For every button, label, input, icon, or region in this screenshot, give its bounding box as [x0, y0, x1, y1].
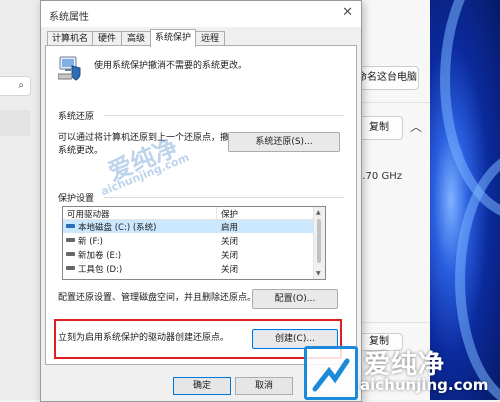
search-icon[interactable]: ⌕ — [18, 80, 24, 91]
drive-protection-status: 关闭 — [221, 237, 239, 247]
tab-advanced[interactable]: 高级 — [121, 31, 151, 46]
scroll-up-arrow-icon[interactable]: ▲ — [316, 209, 321, 216]
drive-list[interactable]: 可用驱动器 保护 本地磁盘 (C:) (系统) 启用 新 (F:) 关闭 新加卷… — [62, 206, 326, 280]
dialog-title: 系统属性 — [49, 12, 89, 23]
system-restore-group-title: 系统还原 — [58, 112, 95, 122]
sidebar-selected-item[interactable] — [0, 110, 30, 136]
system-protection-icon — [58, 56, 81, 81]
group-divider — [104, 197, 344, 198]
drive-icon — [66, 238, 75, 242]
tab-computer-name[interactable]: 计算机名 — [47, 31, 93, 46]
logo-url: aichunjing.com — [360, 376, 489, 394]
scroll-down-arrow-icon[interactable]: ▼ — [316, 270, 321, 277]
drive-name: 新 (F:) — [78, 237, 103, 247]
copy-device-specs-button[interactable]: 复制 — [355, 116, 403, 140]
chevron-up-icon[interactable]: ︿ — [410, 118, 422, 135]
system-drive-icon — [66, 224, 75, 228]
column-header-drives[interactable]: 可用驱动器 — [67, 208, 110, 220]
system-restore-button[interactable]: 系统还原(S)... — [228, 132, 340, 152]
drive-name: 新加卷 (E:) — [78, 251, 122, 261]
configure-description: 配置还原设置、管理磁盘空间，并且删除还原点。 — [58, 293, 257, 303]
drive-list-scrollbar[interactable]: ▲ ▼ — [313, 207, 325, 279]
ok-button[interactable]: 确定 — [173, 377, 231, 395]
drive-list-header: 可用驱动器 保护 — [63, 207, 313, 220]
drive-row[interactable]: 本地磁盘 (C:) (系统) 启用 — [63, 220, 313, 233]
restore-description-line2: 系统更改。 — [58, 146, 104, 156]
tab-system-protection[interactable]: 系统保护 — [150, 29, 196, 47]
tab-remote[interactable]: 远程 — [195, 31, 225, 46]
group-divider — [104, 115, 344, 116]
drive-icon — [66, 252, 75, 256]
column-separator — [216, 207, 217, 219]
dialog-titlebar[interactable]: 系统属性 ✕ — [41, 1, 361, 27]
intro-text: 使用系统保护撤消不需要的系统更改。 — [94, 61, 248, 71]
divider — [355, 322, 435, 323]
drive-row[interactable]: 新 (F:) 关闭 — [63, 234, 313, 247]
drive-protection-status: 关闭 — [221, 251, 239, 261]
drive-row[interactable]: 工具包 (D:) 关闭 — [63, 262, 313, 275]
divider — [355, 102, 435, 103]
settings-search-box[interactable]: ⌕ — [0, 76, 31, 96]
drive-icon — [66, 266, 75, 270]
create-description: 立刻为启用系统保护的驱动器创建还原点。 — [58, 333, 230, 343]
drive-protection-status: 启用 — [221, 223, 239, 233]
scrollbar-thumb[interactable] — [317, 219, 321, 263]
configure-button[interactable]: 配置(O)... — [252, 289, 338, 309]
drive-protection-status: 关闭 — [221, 265, 239, 275]
cancel-button[interactable]: 取消 — [235, 377, 293, 395]
drive-name: 本地磁盘 (C:) (系统) — [78, 223, 157, 233]
column-header-protection[interactable]: 保护 — [221, 208, 238, 220]
close-icon[interactable]: ✕ — [342, 5, 353, 20]
protection-settings-group-title: 保护设置 — [58, 194, 95, 204]
logo-mark-icon — [304, 346, 358, 400]
system-protection-panel: 使用系统保护撤消不需要的系统更改。 系统还原 可以通过将计算机还原到上一个还原点… — [45, 45, 357, 365]
rename-pc-button[interactable]: 命名这台电脑 — [355, 66, 419, 90]
aichunjing-logo: 爱纯净 aichunjing.com — [298, 340, 500, 400]
drive-name: 工具包 (D:) — [78, 265, 123, 275]
settings-sidebar — [0, 0, 42, 400]
tab-hardware[interactable]: 硬件 — [92, 31, 122, 46]
drive-row[interactable]: 新加卷 (E:) 关闭 — [63, 248, 313, 261]
cpu-frequency: 3.70 GHz — [356, 171, 402, 182]
